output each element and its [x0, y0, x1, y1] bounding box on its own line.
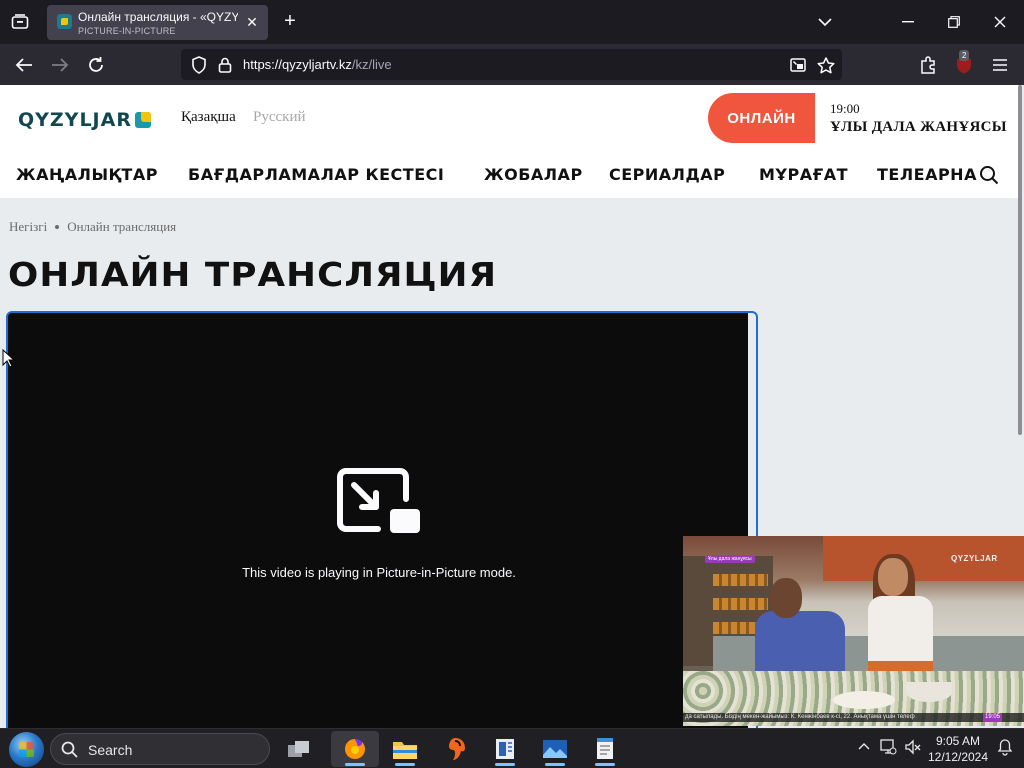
- forward-arrow-icon[interactable]: [48, 53, 72, 77]
- browser-tab-bar: Онлайн трансляция - «QYZYLJAR» PICTURE-I…: [0, 0, 1024, 44]
- pip-video-frame: [868, 596, 933, 666]
- close-window-button[interactable]: [988, 10, 1012, 34]
- minimize-button[interactable]: [896, 10, 920, 34]
- menu-item-series[interactable]: СЕРИАЛДАР: [609, 165, 725, 184]
- breadcrumb-separator: [55, 224, 60, 229]
- bookmark-star-icon[interactable]: [814, 53, 838, 77]
- shield-icon[interactable]: [187, 53, 211, 77]
- photos-app-icon[interactable]: [531, 731, 579, 767]
- reader-view-icon[interactable]: [786, 53, 810, 77]
- menu-item-projects[interactable]: ЖОБАЛАР: [484, 165, 583, 184]
- pip-news-ticker: да сатылады. Біздің мекен-жайымыз: К. Ке…: [683, 713, 1024, 722]
- url-text[interactable]: https://qyzyljartv.kz/kz/live: [243, 57, 392, 72]
- page-title: ОНЛАЙН ТРАНСЛЯЦИЯ: [8, 255, 498, 294]
- tab-close-icon[interactable]: ✕: [245, 15, 259, 29]
- online-live-button[interactable]: ОНЛАЙН: [708, 93, 815, 143]
- browser-nav-bar: https://qyzyljartv.kz/kz/live: [0, 44, 1024, 85]
- chevron-down-icon[interactable]: [813, 10, 837, 34]
- clock-time: 9:05 AM: [935, 734, 981, 748]
- breadcrumb-home[interactable]: Негізгі: [9, 219, 47, 234]
- pip-channel-logo: QYZYLJAR: [951, 554, 998, 563]
- pip-video-frame: [713, 574, 768, 586]
- back-arrow-icon[interactable]: [12, 53, 36, 77]
- now-playing-time: 19:00: [830, 101, 860, 116]
- now-playing-title[interactable]: ҰЛЫ ДАЛА ЖАНҰЯСЫ: [830, 119, 1007, 136]
- menu-item-archive[interactable]: МҰРАҒАТ: [759, 165, 848, 184]
- picture-in-picture-icon: [337, 468, 420, 533]
- notification-bell-icon[interactable]: [997, 738, 1013, 761]
- menu-item-schedule[interactable]: БАҒДАРЛАМАЛАР КЕСТЕСІ: [188, 165, 444, 184]
- document-app-icon[interactable]: [481, 731, 529, 767]
- start-button[interactable]: [9, 732, 44, 767]
- tab-subtitle: PICTURE-IN-PICTURE: [78, 26, 176, 36]
- reload-icon[interactable]: [84, 53, 108, 77]
- pip-video-frame: [770, 578, 802, 618]
- clock-date: 12/12/2024: [927, 750, 989, 764]
- video-player[interactable]: This video is playing in Picture-in-Pict…: [6, 311, 758, 728]
- picture-in-picture-window[interactable]: QYZYLJAR Ұлы дала жанұясы да сатылады. Б…: [683, 536, 1024, 726]
- menu-item-channel[interactable]: ТЕЛЕАРНА: [877, 165, 983, 184]
- restore-button[interactable]: [942, 10, 966, 34]
- system-clock[interactable]: 9:05 AM 12/12/2024: [920, 733, 996, 765]
- url-host: https://qyzyljartv.kz: [243, 57, 352, 72]
- address-bar[interactable]: https://qyzyljartv.kz/kz/live: [181, 49, 842, 80]
- mouse-cursor-icon: [2, 349, 14, 368]
- site-logo[interactable]: QYZYLJAR: [18, 109, 132, 131]
- pip-program-tag: Ұлы дала жанұясы: [705, 555, 755, 563]
- search-icon[interactable]: [979, 165, 1001, 187]
- firefox-taskbar-icon[interactable]: [331, 731, 379, 767]
- tab-title: Онлайн трансляция - «QYZYLJAR»: [78, 10, 238, 24]
- logo-mark-icon: [135, 112, 151, 128]
- show-hidden-icons-chevron-icon[interactable]: [858, 739, 870, 757]
- site-header: QYZYLJAR Қазақша Русский ОНЛАЙН 19:00 ҰЛ…: [0, 85, 1020, 198]
- page-scrollbar[interactable]: [1018, 85, 1022, 435]
- taskbar-search-label: Search: [88, 742, 133, 758]
- language-kazakh-link[interactable]: Қазақша: [181, 109, 236, 126]
- pip-video-frame: [833, 691, 895, 709]
- browser-tab-active[interactable]: Онлайн трансляция - «QYZYLJAR» PICTURE-I…: [47, 5, 268, 40]
- menu-hamburger-icon[interactable]: [988, 53, 1012, 77]
- new-tab-button[interactable]: +: [279, 10, 301, 32]
- breadcrumb: Негізгі Онлайн трансляция: [9, 219, 176, 235]
- taskbar-search-box[interactable]: Search: [50, 733, 270, 765]
- menu-item-news[interactable]: ЖАҢАЛЫҚТАР: [16, 165, 158, 184]
- file-explorer-icon[interactable]: [381, 731, 429, 767]
- extension-count-badge: 2: [959, 50, 970, 61]
- pip-video-frame: [755, 611, 845, 676]
- url-path: /kz/live: [351, 57, 392, 72]
- breadcrumb-current: Онлайн трансляция: [67, 219, 177, 234]
- tab-list-icon[interactable]: [8, 11, 32, 33]
- notepad-icon[interactable]: [581, 731, 629, 767]
- pip-video-frame: [906, 682, 952, 702]
- windows-taskbar: Search 9:05 AM 12/12/2024: [0, 728, 1024, 768]
- app-orange-icon[interactable]: [431, 731, 479, 767]
- site-favicon-icon: [57, 14, 72, 29]
- lock-icon[interactable]: [213, 53, 237, 77]
- pip-mode-message: This video is playing in Picture-in-Pict…: [242, 565, 516, 580]
- extensions-puzzle-icon[interactable]: [916, 53, 940, 77]
- pip-video-frame: [878, 558, 908, 596]
- network-icon[interactable]: [879, 738, 897, 761]
- pip-ticker-time: 19:05: [982, 713, 1002, 722]
- task-view-icon[interactable]: [275, 731, 323, 767]
- pip-video-frame: [713, 598, 768, 610]
- search-icon: [61, 741, 78, 758]
- language-russian-link[interactable]: Русский: [253, 109, 306, 126]
